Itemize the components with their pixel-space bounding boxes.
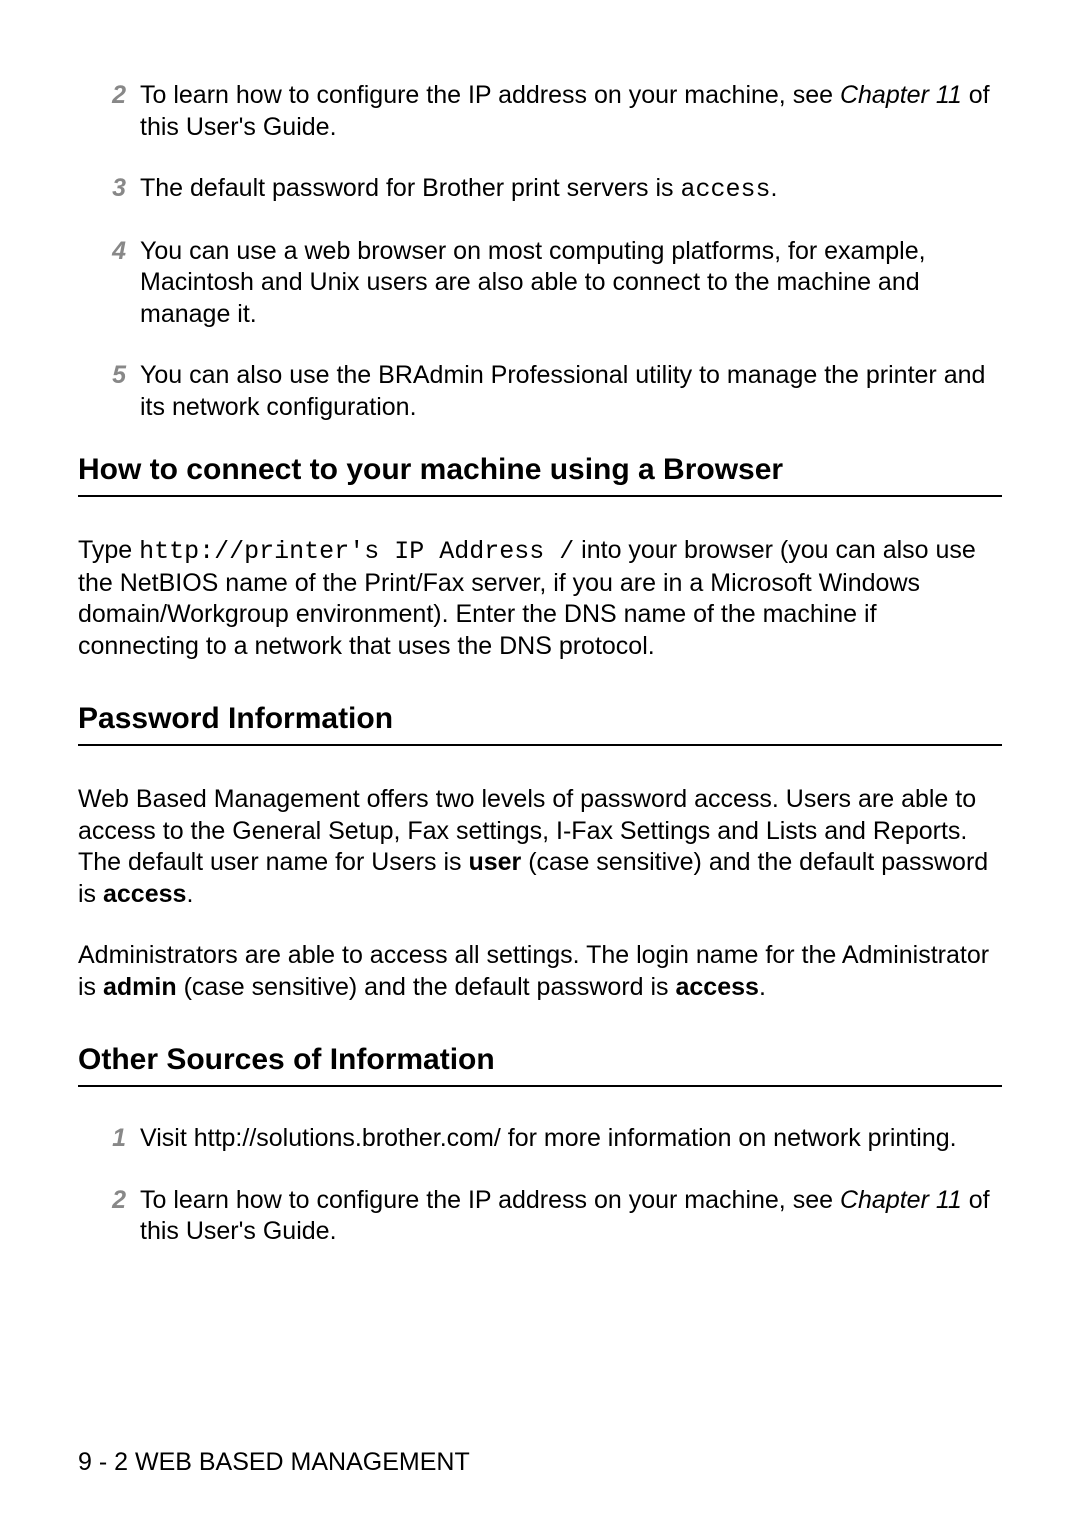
list-item-text: To learn how to configure the IP address… <box>140 1185 1002 1248</box>
list-item-text: The default password for Brother print s… <box>140 173 1002 206</box>
heading-connect-browser: How to connect to your machine using a B… <box>78 453 1002 497</box>
document-page: 2 To learn how to configure the IP addre… <box>0 0 1080 1248</box>
list-item-text: To learn how to configure the IP address… <box>140 80 1002 143</box>
list-item: 2 To learn how to configure the IP addre… <box>78 80 1002 143</box>
list-item-text: You can also use the BRAdmin Professiona… <box>140 360 1002 423</box>
list-item-number: 1 <box>78 1123 140 1155</box>
list-item: 2 To learn how to configure the IP addre… <box>78 1185 1002 1248</box>
heading-password-information: Password Information <box>78 702 1002 746</box>
password-paragraph-1: Web Based Management offers two levels o… <box>78 784 1002 910</box>
list-item-number: 2 <box>78 80 140 143</box>
list-item: 5 You can also use the BRAdmin Professio… <box>78 360 1002 423</box>
list-item-number: 3 <box>78 173 140 206</box>
list-item-number: 4 <box>78 236 140 331</box>
list-item-number: 2 <box>78 1185 140 1248</box>
page-footer: 9 - 2 WEB BASED MANAGEMENT <box>78 1448 470 1477</box>
top-numbered-list: 2 To learn how to configure the IP addre… <box>78 80 1002 423</box>
list-item-number: 5 <box>78 360 140 423</box>
list-item-text: Visit http://solutions.brother.com/ for … <box>140 1123 1002 1155</box>
list-item: 3 The default password for Brother print… <box>78 173 1002 206</box>
other-sources-list: 1 Visit http://solutions.brother.com/ fo… <box>78 1123 1002 1248</box>
password-paragraph-2: Administrators are able to access all se… <box>78 940 1002 1003</box>
list-item: 4 You can use a web browser on most comp… <box>78 236 1002 331</box>
list-item-text: You can use a web browser on most comput… <box>140 236 1002 331</box>
connect-paragraph: Type http://printer's IP Address / into … <box>78 535 1002 662</box>
heading-other-sources: Other Sources of Information <box>78 1043 1002 1087</box>
list-item: 1 Visit http://solutions.brother.com/ fo… <box>78 1123 1002 1155</box>
